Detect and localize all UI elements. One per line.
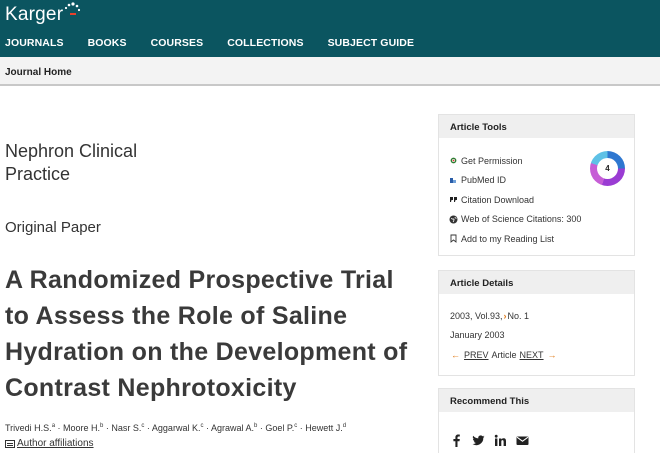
year-volume: 2003, Vol.93, [450,310,503,321]
arrow-left-icon: ← [451,349,460,360]
logo-mark-icon [64,2,81,15]
issue-date: January 2003 [450,330,505,341]
main-nav: JOURNALS BOOKS COURSES COLLECTIONS SUBJE… [0,37,433,53]
author[interactable]: Goel P.c [265,423,297,433]
email-icon[interactable] [516,434,529,447]
journal-title[interactable]: Nephron Clinical Practice [5,140,205,186]
nav-journals[interactable]: JOURNALS [0,37,64,53]
arrow-right-icon: → [547,349,557,360]
prev-article-link[interactable]: PREV [464,350,489,360]
article-label: Article [491,349,517,360]
karger-logo[interactable]: Karger [5,4,63,26]
list-icon [5,439,15,448]
pubmed-id-link[interactable]: PubMed ID [449,171,581,191]
author-affiliations-toggle[interactable]: Author affiliations [5,438,94,449]
reading-list-link[interactable]: Add to my Reading List [449,229,581,249]
article-type: Original Paper [5,219,101,236]
citation-download-link[interactable]: Citation Download [449,190,581,210]
nav-collections[interactable]: COLLECTIONS [222,37,303,53]
web-of-science-link[interactable]: Web of Science Citations: 300 [449,210,581,230]
author[interactable]: Hewett J.d [305,423,346,433]
nav-subject-guide[interactable]: SUBJECT GUIDE [323,37,414,53]
globe-icon [449,215,458,224]
issue-link[interactable]: No. 1 [508,311,530,321]
next-article-link[interactable]: NEXT [520,350,544,360]
get-permission-link[interactable]: Get Permission [449,151,581,171]
article-tools-panel: Article Tools Get Permission PubMed ID C… [438,114,635,256]
author[interactable]: Nasr S.c [111,423,144,433]
affiliations-label: Author affiliations [17,438,94,449]
pubmed-icon [450,177,456,183]
altmetric-badge[interactable]: 4 [590,151,625,186]
volume-issue-line: 2003, Vol.93, › No. 1 [450,306,558,326]
author[interactable]: Moore H.b [63,423,103,433]
site-header: Karger JOURNALS BOOKS COURSES COLLECTION… [0,0,660,57]
logo-text: Karger [5,4,64,25]
recommend-header: Recommend This [439,389,634,412]
article-details-panel: Article Details 2003, Vol.93, › No. 1 Ja… [438,270,635,376]
quote-icon [450,197,457,203]
journal-title-line2: Practice [5,164,71,184]
author[interactable]: Aggarwal K.c [152,423,204,433]
altmetric-score: 4 [597,158,618,179]
article-tools-header: Article Tools [439,115,634,138]
journal-home-link[interactable]: Journal Home [5,67,72,78]
article-details-header: Article Details [439,271,634,294]
author[interactable]: Trivedi H.S.a [5,423,55,433]
nav-books[interactable]: BOOKS [83,37,127,53]
nav-courses[interactable]: COURSES [146,37,204,53]
journal-subnav: Journal Home [0,57,660,86]
recommend-panel: Recommend This [438,388,635,453]
article-details-body: 2003, Vol.93, › No. 1 January 2003 ← PRE… [450,306,558,365]
permission-icon [450,157,457,164]
article-title: A Randomized Prospective Trial to Assess… [5,266,408,402]
social-share-bar [450,434,529,447]
author[interactable]: Agrawal A.b [211,423,257,433]
journal-title-line1: Nephron Clinical [5,141,138,161]
article-tools-list: Get Permission PubMed ID Citation Downlo… [449,151,581,249]
twitter-icon[interactable] [472,434,485,447]
article-pager: ← PREV Article NEXT → [450,345,558,365]
author-list: Trivedi H.S.a · Moore H.b · Nasr S.c · A… [5,423,347,433]
bookmark-icon [450,234,457,244]
chevron-right-icon: › [503,310,507,321]
linkedin-icon[interactable] [494,434,507,447]
facebook-icon[interactable] [450,434,463,447]
